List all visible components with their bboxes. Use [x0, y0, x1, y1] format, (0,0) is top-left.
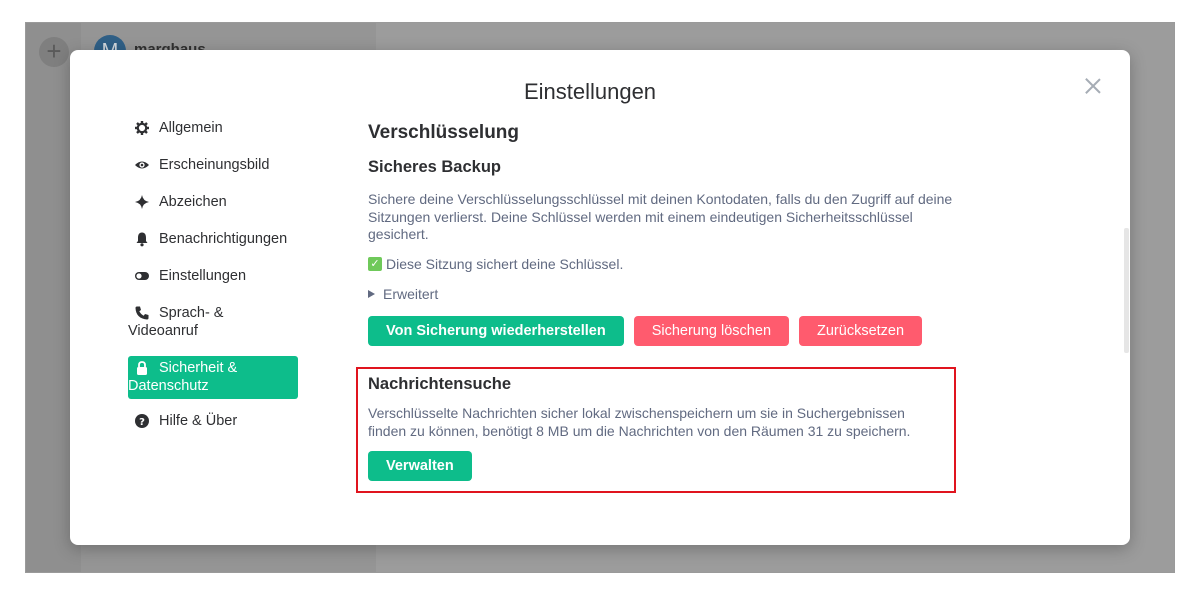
sidebar-item-label: Hilfe & Über [159, 413, 238, 429]
restore-from-backup-button[interactable]: Von Sicherung wiederherstellen [368, 315, 624, 346]
sidebar-item-label: Benachrichtigungen [159, 231, 288, 247]
svg-text:?: ? [139, 417, 145, 428]
settings-sidebar: Allgemein Erscheinungsbild Abzeichen Ben… [128, 116, 298, 446]
reset-button[interactable]: Zurücksetzen [799, 315, 923, 346]
secure-backup-heading: Sicheres Backup [368, 158, 501, 176]
sidebar-item-label: Erscheinungsbild [159, 157, 270, 173]
sidebar-item-security[interactable]: Sicherheit & Datenschutz [128, 356, 298, 399]
close-icon[interactable] [1083, 76, 1103, 96]
phone-icon [134, 305, 150, 321]
eye-icon [134, 157, 150, 173]
backup-actions: Von Sicherung wiederherstellen Sicherung… [368, 315, 958, 346]
checkmark-icon: ✓ [368, 256, 382, 271]
toggle-icon [134, 268, 150, 284]
message-search-heading: Nachrichtensuche [368, 375, 512, 393]
help-icon: ? [134, 413, 150, 429]
sidebar-item-badges[interactable]: Abzeichen [128, 190, 298, 215]
section-heading-encryption: Verschlüsselung [368, 122, 520, 143]
lock-icon [134, 360, 150, 376]
sidebar-item-label: Allgemein [159, 120, 223, 136]
gear-icon [134, 120, 150, 136]
sidebar-item-help-about[interactable]: ? Hilfe & Über [128, 409, 298, 434]
sidebar-item-preferences[interactable]: Einstellungen [128, 264, 298, 289]
backup-status-text: Diese Sitzung sichert deine Schlüssel. [386, 255, 624, 272]
message-search-section: Nachrichtensuche Verschlüsselte Nachrich… [356, 367, 956, 493]
sidebar-item-general[interactable]: Allgemein [128, 116, 298, 141]
advanced-label: Erweitert [383, 285, 439, 302]
delete-backup-button[interactable]: Sicherung löschen [633, 315, 790, 346]
add-space-button[interactable]: + [39, 37, 69, 67]
advanced-toggle[interactable]: Erweitert [368, 286, 958, 302]
settings-content: Verschlüsselung Sicheres Backup Sichere … [368, 122, 958, 346]
manage-button[interactable]: Verwalten [368, 451, 472, 481]
content-scrollbar[interactable] [1124, 228, 1129, 353]
sidebar-item-notifications[interactable]: Benachrichtigungen [128, 227, 298, 252]
secure-backup-description: Sichere deine Verschlüsselungsschlüssel … [368, 191, 953, 242]
settings-dialog: Einstellungen Allgemein Erscheinungsbild… [70, 50, 1130, 545]
message-search-description: Verschlüsselte Nachrichten sicher lokal … [368, 405, 911, 439]
sidebar-item-label: Einstellungen [159, 268, 247, 284]
bell-icon [134, 231, 150, 247]
dialog-title: Einstellungen [523, 79, 657, 104]
sidebar-item-appearance[interactable]: Erscheinungsbild [128, 153, 298, 178]
sidebar-item-voice-video[interactable]: Sprach- & Videoanruf [128, 301, 298, 344]
disclosure-triangle-icon [368, 289, 375, 298]
sparkle-icon [134, 194, 150, 210]
sidebar-item-label: Abzeichen [159, 194, 227, 210]
backup-status: ✓ Diese Sitzung sichert deine Schlüssel. [368, 256, 958, 272]
